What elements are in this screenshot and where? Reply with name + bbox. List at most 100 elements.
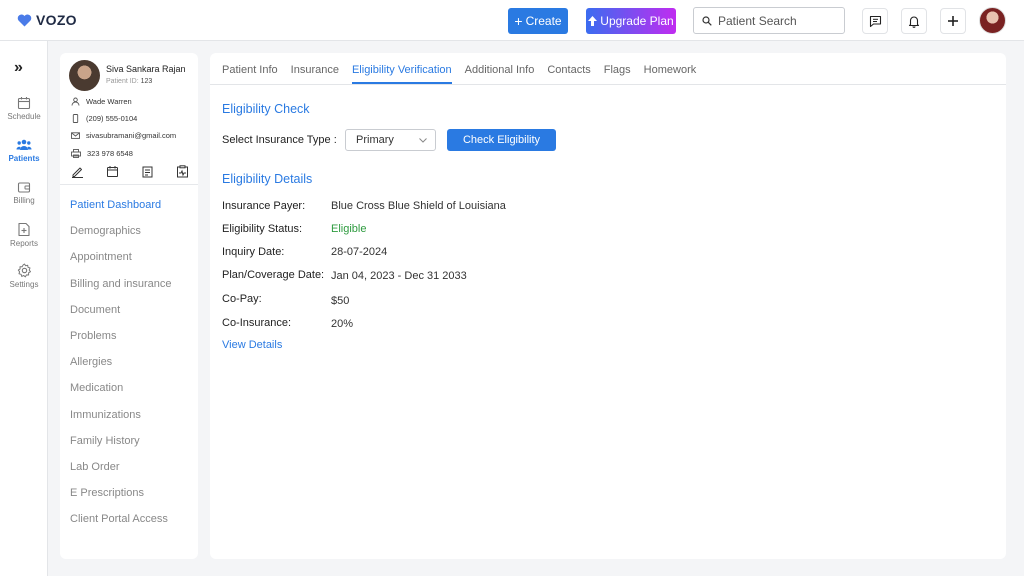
tab-additional-info[interactable]: Additional Info [465,64,535,84]
eligibility-details-heading: Eligibility Details [222,172,313,186]
menu-item-allergies[interactable]: Allergies [70,354,172,380]
insurance-payer-value: Blue Cross Blue Shield of Louisiana [331,200,506,212]
report-icon [18,222,30,237]
bell-icon [908,15,920,28]
nav-item-schedule[interactable]: Schedule [0,96,48,121]
insurance-type-value: Primary [356,134,394,146]
menu-item-client-portal-access[interactable]: Client Portal Access [70,511,172,537]
menu-item-immunizations[interactable]: Immunizations [70,407,172,433]
users-icon [16,139,32,150]
nav-item-settings[interactable]: Settings [0,263,48,289]
edit-icon[interactable] [71,165,84,178]
fax-icon [71,149,81,158]
messages-button[interactable] [862,8,888,34]
calendar-icon[interactable] [106,165,119,178]
email-text: sivasubramani@gmail.com [86,131,177,140]
create-button-label: Create [525,14,562,28]
expand-nav-icon[interactable]: » [14,59,23,77]
upgrade-plan-label: Upgrade Plan [600,14,674,28]
plus-icon: + [514,13,523,29]
chat-icon [869,15,881,27]
menu-item-demographics[interactable]: Demographics [70,223,172,249]
user-icon [71,97,80,106]
mail-icon [71,132,80,139]
co-pay-value: $50 [331,295,350,307]
eligibility-check-heading: Eligibility Check [222,102,310,116]
insurance-type-label: Select Insurance Type : [222,134,337,146]
co-insurance-value: 20% [331,318,354,330]
add-button[interactable] [940,8,966,34]
nav-label-patients: Patients [8,154,40,163]
menu-item-patient-dashboard[interactable]: Patient Dashboard [70,197,172,223]
menu-item-appointment[interactable]: Appointment [70,249,172,275]
top-bar: VOZO + Create Upgrade Plan [0,0,1024,41]
tab-insurance[interactable]: Insurance [291,64,339,84]
patient-email[interactable]: sivasubramani@gmail.com [71,131,176,140]
nav-item-patients[interactable]: Patients [0,138,48,163]
tab-eligibility-verification[interactable]: Eligibility Verification [351,64,452,84]
nav-label-settings: Settings [9,280,39,289]
tab-homework[interactable]: Homework [644,64,697,84]
main-panel: Patient Info Insurance Eligibility Verif… [210,53,1006,559]
menu-item-billing-and-insurance[interactable]: Billing and insurance [70,276,172,302]
tab-divider [210,84,1006,85]
user-avatar[interactable] [979,7,1006,34]
gear-icon [17,263,31,278]
chevron-down-icon [419,137,427,143]
phone-icon [72,114,79,123]
menu-item-medication[interactable]: Medication [70,380,172,406]
patient-name: Siva Sankara Rajan [106,64,186,74]
patient-search[interactable] [693,7,845,34]
heart-logo-icon [17,14,32,26]
patient-actions [71,165,189,178]
nav-label-billing: Billing [13,196,35,205]
patient-search-input[interactable] [718,13,838,28]
patient-menu: Patient Dashboard Demographics Appointme… [70,197,172,537]
nav-item-billing[interactable]: Billing [0,180,48,205]
patient-contact-person: Wade Warren [71,97,132,106]
menu-item-e-prescriptions[interactable]: E Prescriptions [70,485,172,511]
inquiry-date-label: Inquiry Date: [222,246,285,258]
patient-card: Siva Sankara Rajan Patient ID: 123 Wade … [60,53,198,559]
nav-item-reports[interactable]: Reports [0,222,48,248]
menu-item-problems[interactable]: Problems [70,328,172,354]
upgrade-plan-button[interactable]: Upgrade Plan [586,8,676,34]
wallet-icon [17,182,31,193]
patient-id: Patient ID: 123 [106,78,152,85]
eligibility-status-value: Eligible [331,223,367,235]
check-eligibility-button[interactable]: Check Eligibility [447,129,556,151]
co-insurance-label: Co-Insurance: [222,317,292,329]
patient-avatar [69,60,100,91]
tab-flags[interactable]: Flags [604,64,631,84]
contact-person-text: Wade Warren [86,97,132,106]
fax-text: 323 978 6548 [87,149,133,158]
phone-text: (209) 555-0104 [86,114,138,123]
tab-contacts[interactable]: Contacts [547,64,590,84]
notifications-button[interactable] [901,8,927,34]
tab-bar: Patient Info Insurance Eligibility Verif… [222,64,696,84]
arrow-up-icon [588,16,598,26]
menu-item-family-history[interactable]: Family History [70,433,172,459]
logo[interactable]: VOZO [17,12,77,28]
patient-id-value: 123 [140,78,153,85]
search-icon [702,15,712,26]
menu-item-lab-order[interactable]: Lab Order [70,459,172,485]
plus-icon [948,16,958,26]
plan-coverage-date-label: Plan/Coverage Date: [222,269,325,281]
left-nav: » Schedule Patients Billing Reports Sett… [0,41,48,576]
insurance-type-select[interactable]: Primary [345,129,436,151]
bill-icon[interactable] [141,165,154,178]
patient-id-label: Patient ID: [106,78,139,85]
app-name: VOZO [36,12,77,28]
create-button[interactable]: + Create [508,8,568,34]
eligibility-status-label: Eligibility Status: [222,223,303,235]
medical-report-icon[interactable] [176,165,189,178]
menu-item-document[interactable]: Document [70,302,172,328]
view-details-link[interactable]: View Details [222,339,282,351]
patient-phone[interactable]: (209) 555-0104 [71,114,137,123]
patient-card-divider [60,184,198,185]
nav-label-reports: Reports [9,239,38,248]
nav-label-schedule: Schedule [7,112,41,121]
patient-fax: 323 978 6548 [71,149,133,158]
tab-patient-info[interactable]: Patient Info [222,64,278,84]
